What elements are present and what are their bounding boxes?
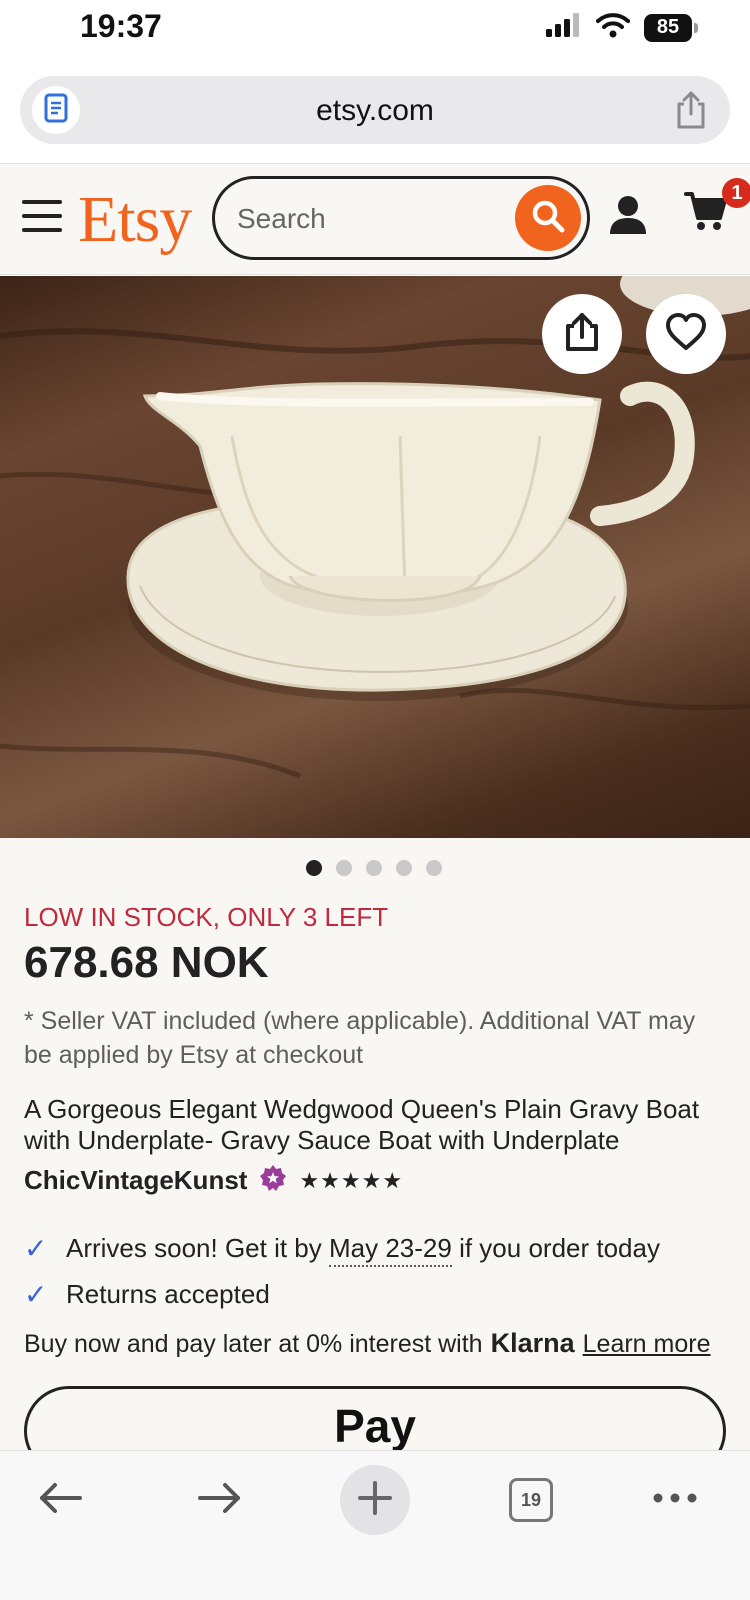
arrival-prefix: Arrives soon! Get it by xyxy=(66,1233,322,1263)
status-time: 19:37 xyxy=(80,8,162,44)
new-tab-button[interactable] xyxy=(340,1465,410,1535)
plus-icon xyxy=(357,1480,393,1521)
cart-count-badge: 1 xyxy=(722,178,750,208)
user-icon xyxy=(608,196,648,240)
carousel-dot[interactable] xyxy=(396,860,412,876)
wifi-icon xyxy=(596,12,630,43)
share-icon xyxy=(562,311,602,358)
klarna-text: Buy now and pay later at 0% interest wit… xyxy=(24,1330,483,1358)
image-carousel-dots xyxy=(306,860,442,876)
arrival-dates[interactable]: May 23-29 xyxy=(329,1233,452,1267)
returns-text: Returns accepted xyxy=(66,1279,270,1309)
signal-icon xyxy=(546,13,582,42)
apple-pay-label: Pay xyxy=(334,1400,416,1452)
checkmark-icon: ✓ xyxy=(24,1233,48,1264)
stock-notice: LOW IN STOCK, ONLY 3 LEFT xyxy=(24,902,389,932)
product-photo xyxy=(0,276,750,779)
carousel-dot[interactable] xyxy=(306,860,322,876)
address-bar[interactable]: etsy.com xyxy=(20,76,730,144)
search-icon xyxy=(530,198,566,239)
more-icon xyxy=(652,1491,698,1509)
checkmark-icon: ✓ xyxy=(24,1279,48,1310)
browser-toolbar: 19 xyxy=(0,1450,750,1600)
etsy-logo[interactable]: Etsy xyxy=(78,182,192,258)
share-icon xyxy=(674,91,708,134)
favorite-button[interactable] xyxy=(646,294,726,374)
carousel-dot[interactable] xyxy=(336,860,352,876)
vat-note: * Seller VAT included (where applicable)… xyxy=(24,1007,696,1069)
product-price: 678.68 NOK xyxy=(24,938,269,987)
tabs-icon: 19 xyxy=(509,1478,553,1522)
carousel-dot[interactable] xyxy=(366,860,382,876)
klarna-row: Buy now and pay later at 0% interest wit… xyxy=(24,1328,711,1359)
url-text[interactable]: etsy.com xyxy=(20,94,730,128)
arrival-suffix: if you order today xyxy=(459,1233,660,1263)
more-button[interactable] xyxy=(640,1465,710,1535)
share-page-button[interactable] xyxy=(674,90,708,135)
back-arrow-icon xyxy=(38,1481,84,1520)
search-button[interactable] xyxy=(515,185,581,251)
tabs-button[interactable]: 19 xyxy=(496,1465,566,1535)
site-header: Etsy 1 xyxy=(0,163,750,275)
search-box[interactable] xyxy=(212,176,590,260)
product-image[interactable] xyxy=(0,276,750,838)
status-icons: 85 xyxy=(546,12,698,43)
account-button[interactable] xyxy=(608,194,648,241)
learn-more-link[interactable]: Learn more xyxy=(583,1330,711,1359)
delivery-info: ✓ Arrives soon! Get it by May 23-29 if y… xyxy=(24,1232,660,1267)
seller-row: ChicVintageKunst ★★★★★ xyxy=(24,1164,403,1197)
forward-arrow-icon xyxy=(196,1481,242,1520)
share-listing-button[interactable] xyxy=(542,294,622,374)
search-input[interactable] xyxy=(237,199,497,239)
cart-button[interactable]: 1 xyxy=(684,178,750,250)
seller-name-link[interactable]: ChicVintageKunst xyxy=(24,1165,247,1196)
back-button[interactable] xyxy=(26,1465,96,1535)
cart-icon xyxy=(684,192,728,236)
status-bar: 19:37 85 xyxy=(0,0,750,60)
product-details: LOW IN STOCK, ONLY 3 LEFT 678.68 NOK * S… xyxy=(0,838,750,1476)
forward-button[interactable] xyxy=(184,1465,254,1535)
star-seller-badge-icon xyxy=(259,1164,287,1197)
battery-icon: 85 xyxy=(644,13,698,42)
klarna-logo: Klarna xyxy=(490,1328,575,1358)
carousel-dot[interactable] xyxy=(426,860,442,876)
rating-stars[interactable]: ★★★★★ xyxy=(299,1168,403,1194)
product-title: A Gorgeous Elegant Wedgwood Queen's Plai… xyxy=(24,1094,700,1155)
hamburger-menu-icon[interactable] xyxy=(22,200,62,232)
heart-icon xyxy=(665,312,707,356)
returns-info: ✓ Returns accepted xyxy=(24,1278,270,1311)
